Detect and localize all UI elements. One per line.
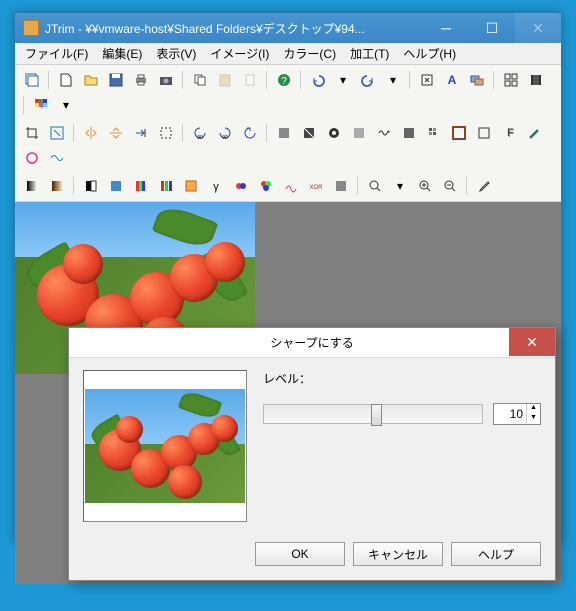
spinner-up-icon[interactable]: ▲: [526, 404, 540, 414]
paste-icon[interactable]: [214, 69, 236, 91]
dialog-titlebar: シャープにする ✕: [69, 328, 555, 358]
sharpen-icon[interactable]: [298, 122, 320, 144]
resize-icon[interactable]: [46, 122, 68, 144]
twocolor-icon[interactable]: [230, 175, 252, 197]
level-slider[interactable]: [263, 404, 483, 424]
menu-file[interactable]: ファイル(F): [19, 43, 94, 64]
svg-text:?: ?: [281, 76, 287, 87]
save-icon[interactable]: [105, 69, 127, 91]
svg-text:90: 90: [197, 135, 203, 140]
menu-effect[interactable]: 加工(T): [344, 43, 395, 64]
shift-icon[interactable]: [130, 122, 152, 144]
menubar: ファイル(F) 編集(E) 表示(V) イメージ(I) カラー(C) 加工(T)…: [15, 43, 561, 65]
spread-icon[interactable]: [398, 122, 420, 144]
rgb-icon[interactable]: [155, 175, 177, 197]
emboss-icon[interactable]: [348, 122, 370, 144]
svg-text:A: A: [448, 73, 457, 87]
invert-icon[interactable]: [80, 175, 102, 197]
preview-pane: [83, 370, 247, 522]
halftone-icon[interactable]: [330, 175, 352, 197]
frame-icon[interactable]: [448, 122, 470, 144]
fit-icon[interactable]: [416, 69, 438, 91]
rotate-left-icon[interactable]: 90: [189, 122, 211, 144]
sepia-icon[interactable]: [46, 175, 68, 197]
crop-icon[interactable]: [21, 122, 43, 144]
solarize-icon[interactable]: [280, 175, 302, 197]
info-icon[interactable]: ?: [273, 69, 295, 91]
ok-button[interactable]: OK: [255, 542, 345, 566]
zoom-out-icon[interactable]: [439, 175, 461, 197]
flip-v-icon[interactable]: [105, 122, 127, 144]
window-title: JTrim - ¥¥vmware-host¥Shared Folders¥デスク…: [45, 20, 423, 37]
camera-icon[interactable]: [155, 69, 177, 91]
wave-icon[interactable]: [46, 147, 68, 169]
posterize-icon[interactable]: [105, 175, 127, 197]
svg-text:90: 90: [222, 135, 228, 140]
print-icon[interactable]: [130, 69, 152, 91]
close-button[interactable]: ✕: [515, 13, 561, 43]
toolbar: ? ▾ ▾ A ▾ 90 90: [15, 65, 561, 202]
cancel-button[interactable]: キャンセル: [353, 542, 443, 566]
brightness-icon[interactable]: [180, 175, 202, 197]
menu-color[interactable]: カラー(C): [277, 43, 342, 64]
new-file-icon[interactable]: [55, 69, 77, 91]
undo-dropdown-icon[interactable]: ▾: [332, 69, 354, 91]
dialog-title: シャープにする: [270, 334, 353, 351]
palette-dropdown-icon[interactable]: ▾: [55, 94, 77, 116]
xor-icon[interactable]: XOR: [305, 175, 327, 197]
svg-text:F: F: [507, 127, 514, 139]
help-button[interactable]: ヘルプ: [451, 542, 541, 566]
zoom-fit-icon[interactable]: [364, 175, 386, 197]
zoom-in-icon[interactable]: [414, 175, 436, 197]
pencil-icon[interactable]: [523, 122, 545, 144]
film-icon[interactable]: [525, 69, 547, 91]
spinner-down-icon[interactable]: ▼: [526, 414, 540, 424]
blur-icon[interactable]: [323, 122, 345, 144]
grayscale-icon[interactable]: [21, 175, 43, 197]
open-file-icon[interactable]: [80, 69, 102, 91]
circle-icon[interactable]: [21, 147, 43, 169]
dialog-close-button[interactable]: ✕: [509, 328, 555, 356]
zoom-dropdown-icon[interactable]: ▾: [389, 175, 411, 197]
noise-icon[interactable]: [373, 122, 395, 144]
eyedropper-icon[interactable]: [473, 175, 495, 197]
svg-text:XOR: XOR: [309, 185, 323, 191]
menu-edit[interactable]: 編集(E): [96, 43, 148, 64]
undo-icon[interactable]: [307, 69, 329, 91]
titlebar: JTrim - ¥¥vmware-host¥Shared Folders¥デスク…: [15, 13, 561, 43]
minimize-button[interactable]: ─: [423, 13, 469, 43]
mosaic-icon[interactable]: [423, 122, 445, 144]
preview-image: [85, 389, 245, 503]
redo-icon[interactable]: [357, 69, 379, 91]
level-spinner[interactable]: ▲ ▼: [493, 403, 541, 425]
new-window-icon[interactable]: [21, 69, 43, 91]
text-icon[interactable]: A: [441, 69, 463, 91]
hue-icon[interactable]: [130, 175, 152, 197]
hsv-icon[interactable]: [255, 175, 277, 197]
compose-icon[interactable]: [466, 69, 488, 91]
cut-icon[interactable]: [239, 69, 261, 91]
menu-help[interactable]: ヘルプ(H): [397, 43, 462, 64]
menu-image[interactable]: イメージ(I): [204, 43, 275, 64]
copy-icon[interactable]: [189, 69, 211, 91]
shadow-icon[interactable]: FF: [498, 122, 520, 144]
rotate-free-icon[interactable]: [239, 122, 261, 144]
canvas-icon[interactable]: [155, 122, 177, 144]
slider-thumb-icon[interactable]: [371, 404, 382, 426]
palette-icon[interactable]: [30, 94, 52, 116]
level-input[interactable]: [494, 407, 526, 421]
level-label: レベル：: [263, 370, 541, 387]
maximize-button[interactable]: ☐: [469, 13, 515, 43]
redo-dropdown-icon[interactable]: ▾: [382, 69, 404, 91]
svg-text:γ: γ: [213, 181, 219, 193]
sharpen-dialog: シャープにする ✕ レベル：: [68, 327, 556, 581]
app-icon: [23, 20, 39, 36]
edge-icon[interactable]: [473, 122, 495, 144]
flip-h-icon[interactable]: [80, 122, 102, 144]
gamma-icon[interactable]: γ: [205, 175, 227, 197]
rotate-right-icon[interactable]: 90: [214, 122, 236, 144]
grid-icon[interactable]: [500, 69, 522, 91]
soften-icon[interactable]: [273, 122, 295, 144]
menu-view[interactable]: 表示(V): [150, 43, 202, 64]
